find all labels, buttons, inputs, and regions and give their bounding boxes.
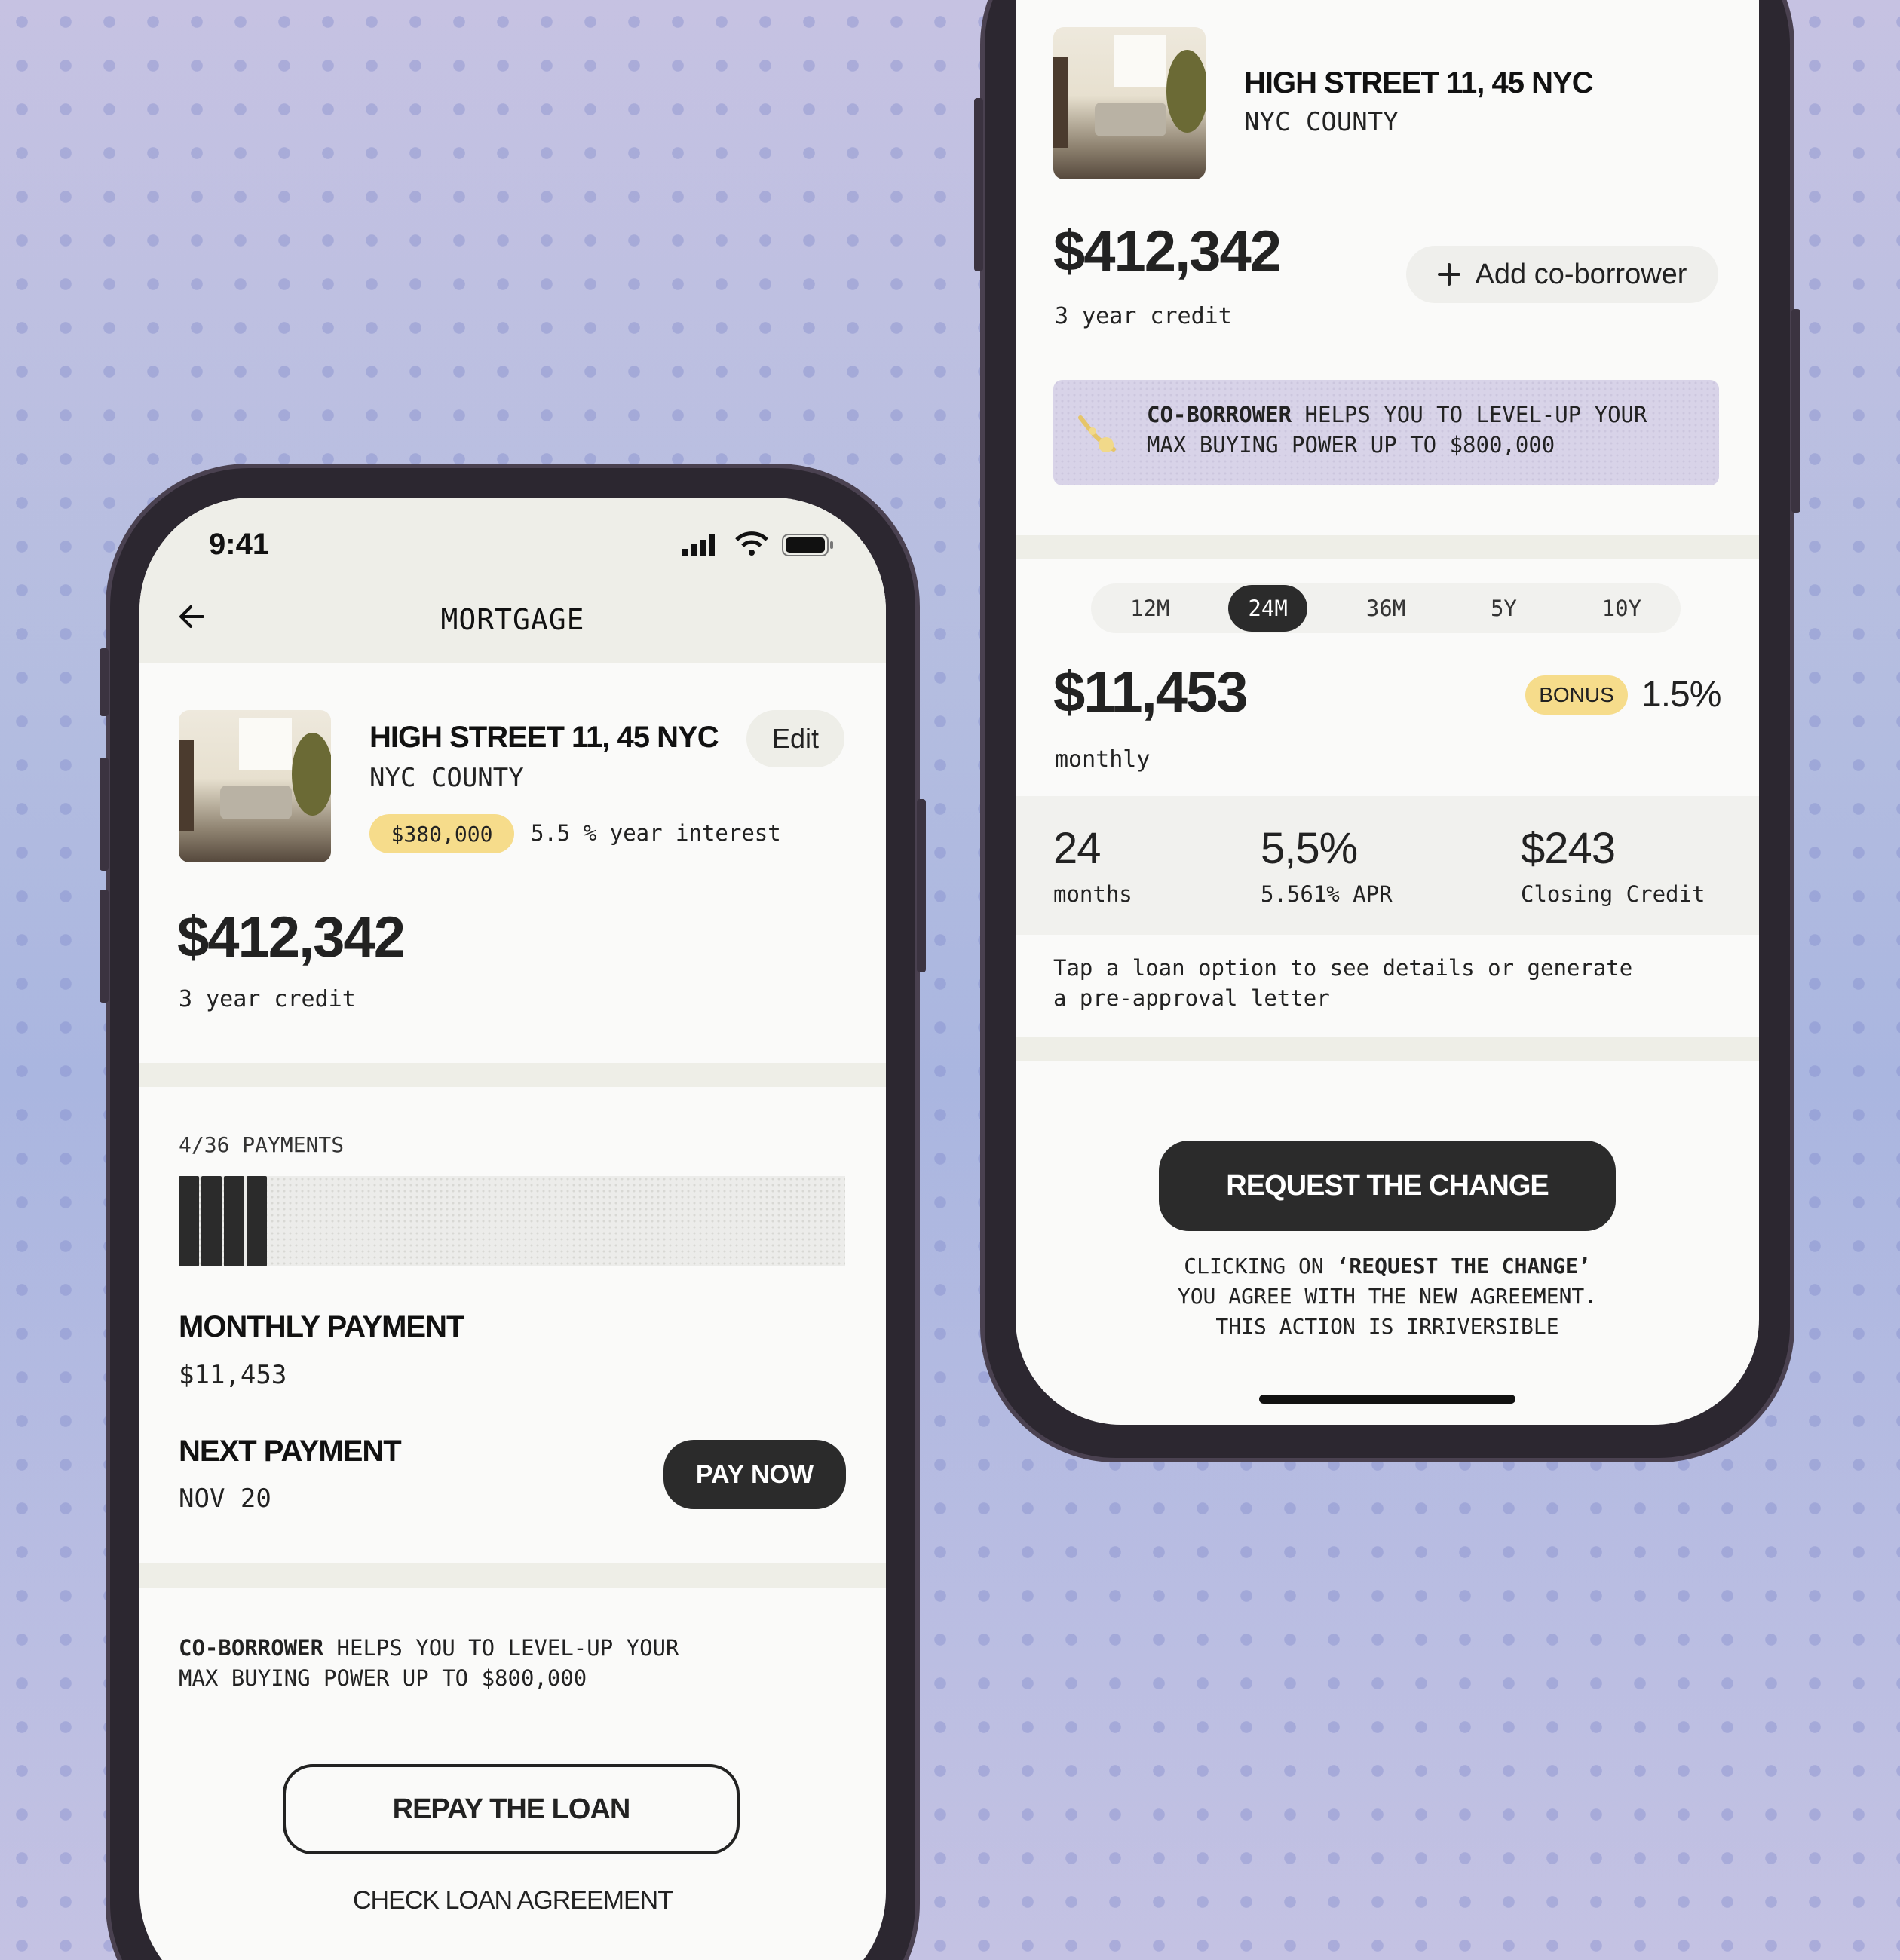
coborrower-text-1: HELPS YOU TO LEVEL-UP YOUR <box>323 1635 679 1661</box>
plus-icon <box>1437 263 1460 286</box>
coins-icon <box>1074 409 1117 457</box>
credit-term: 3 year credit <box>179 986 356 1012</box>
hint-line-1: Tap a loan option to see details or gene… <box>1053 955 1633 981</box>
banner-bold: CO-BORROWER <box>1147 402 1292 427</box>
volume-button <box>974 98 983 271</box>
stat-closing-credit: $243 Closing Credit <box>1521 823 1705 907</box>
pay-now-button[interactable]: PAY NOW <box>663 1440 846 1509</box>
cellular-signal-icon <box>682 534 720 556</box>
stat-apr: 5,5% 5.561% APR <box>1261 823 1393 907</box>
page-title: MORTGAGE <box>440 603 585 636</box>
interest-rate: 5.5 % year interest <box>531 820 781 846</box>
coborrower-bold: CO-BORROWER <box>179 1635 324 1661</box>
coborrower-info: CO-BORROWER HELPS YOU TO LEVEL-UP YOUR M… <box>179 1633 857 1693</box>
bonus-badge: BONUS <box>1525 675 1628 715</box>
left-screen: 9:41 MORTGAGE HIGH STREET 11, 45 NYC NYC… <box>139 498 886 1960</box>
property-photo <box>179 710 331 862</box>
credit-amount: $412,342 <box>1053 219 1282 283</box>
mute-switch <box>100 648 109 716</box>
hint-line-2: a pre-approval letter <box>1053 985 1330 1011</box>
payments-progress-fill <box>179 1176 267 1266</box>
stat-label: 5.561% APR <box>1261 881 1393 907</box>
repay-loan-button[interactable]: REPAY THE LOAN <box>283 1764 740 1854</box>
next-payment-date: NOV 20 <box>179 1484 271 1514</box>
edit-button[interactable]: Edit <box>746 710 844 767</box>
monthly-amount: $11,453 <box>1053 660 1249 724</box>
request-change-button[interactable]: REQUEST THE CHANGE <box>1159 1141 1616 1231</box>
stat-months: 24 months <box>1053 823 1132 907</box>
property-county: NYC COUNTY <box>369 763 524 793</box>
right-screen: HIGH STREET 11, 45 NYC NYC COUNTY $412,3… <box>1016 0 1759 1425</box>
bonus-value: 1.5% <box>1641 675 1721 715</box>
stat-value: 5,5% <box>1261 824 1358 873</box>
tab-term-24m[interactable]: 24M <box>1228 585 1307 632</box>
tab-term-36m[interactable]: 36M <box>1347 585 1425 632</box>
banner-text-2: MAX BUYING POWER UP TO $800,000 <box>1147 432 1555 458</box>
monthly-payment-heading: MONTHLY PAYMENT <box>179 1310 464 1343</box>
banner-text-1: HELPS YOU TO LEVEL-UP YOUR <box>1292 402 1647 427</box>
status-time: 9:41 <box>209 528 270 561</box>
monthly-payment-value: $11,453 <box>179 1360 287 1390</box>
stat-label: months <box>1053 881 1132 907</box>
tab-term-12m[interactable]: 12M <box>1111 585 1189 632</box>
paid-payment-segment <box>247 1176 267 1266</box>
property-photo <box>1053 27 1206 179</box>
payments-label: 4/36 PAYMENTS <box>179 1132 345 1157</box>
add-coborrower-label: Add co-borrower <box>1475 258 1687 290</box>
paid-payment-segment <box>224 1176 244 1266</box>
section-divider <box>139 1563 886 1588</box>
section-divider <box>1016 535 1759 559</box>
volume-up-button <box>100 758 109 871</box>
property-name: HIGH STREET 11, 45 NYC <box>1244 66 1594 100</box>
property-county: NYC COUNTY <box>1244 107 1399 137</box>
price-badge: $380,000 <box>369 814 514 853</box>
battery-icon <box>782 534 835 556</box>
paid-payment-segment <box>179 1176 199 1266</box>
section-divider <box>1016 1037 1759 1061</box>
app-header <box>139 498 886 663</box>
check-loan-agreement-link[interactable]: CHECK LOAN AGREEMENT <box>139 1886 886 1916</box>
wifi-icon <box>735 531 768 556</box>
volume-down-button <box>100 890 109 1003</box>
disclaimer-line-2: YOU AGREE WITH THE NEW AGREEMENT. <box>1177 1284 1598 1309</box>
credit-amount: $412,342 <box>177 905 406 969</box>
monthly-label: monthly <box>1055 746 1151 773</box>
term-tabs: 12M 24M 36M 5Y 10Y <box>1091 583 1681 633</box>
disclaimer-prefix: CLICKING ON <box>1184 1254 1337 1279</box>
credit-term: 3 year credit <box>1055 303 1232 329</box>
coborrower-banner: CO-BORROWER HELPS YOU TO LEVEL-UP YOUR M… <box>1053 380 1719 485</box>
home-indicator <box>1259 1395 1515 1404</box>
banner-text: CO-BORROWER HELPS YOU TO LEVEL-UP YOUR M… <box>1147 400 1720 460</box>
disclaimer-bold: ‘REQUEST THE CHANGE’ <box>1336 1254 1591 1279</box>
side-button <box>917 799 926 972</box>
side-button <box>1791 309 1800 513</box>
request-disclaimer: CLICKING ON ‘REQUEST THE CHANGE’ YOU AGR… <box>1016 1251 1759 1342</box>
property-name: HIGH STREET 11, 45 NYC <box>369 721 719 754</box>
tab-term-10y[interactable]: 10Y <box>1583 585 1661 632</box>
coborrower-text-2: MAX BUYING POWER UP TO $800,000 <box>179 1665 587 1691</box>
paid-payment-segment <box>201 1176 222 1266</box>
tab-term-5y[interactable]: 5Y <box>1464 585 1543 632</box>
payments-progress-track <box>179 1176 845 1266</box>
add-coborrower-button[interactable]: Add co-borrower <box>1406 246 1718 303</box>
stat-value: 24 <box>1053 824 1102 873</box>
section-divider <box>139 1063 886 1087</box>
stat-label: Closing Credit <box>1521 881 1705 907</box>
next-payment-heading: NEXT PAYMENT <box>179 1435 402 1468</box>
stats-panel: 24 months 5,5% 5.561% APR $243 Closing C… <box>1016 796 1759 935</box>
loan-hint: Tap a loan option to see details or gene… <box>1053 953 1732 1013</box>
stat-value: $243 <box>1521 824 1616 873</box>
disclaimer-line-3: THIS ACTION IS IRRIVERSIBLE <box>1215 1314 1559 1339</box>
